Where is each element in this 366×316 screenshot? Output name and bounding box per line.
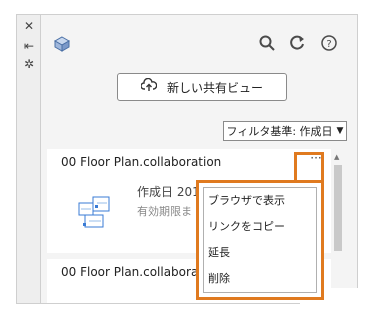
close-icon[interactable]: ✕ (17, 19, 41, 33)
floor-plan-thumbnail (75, 193, 115, 233)
more-button-highlight (294, 152, 324, 182)
card-title: 00 Floor Plan.collaboration (61, 155, 222, 169)
settings-icon[interactable]: ✲ (17, 57, 41, 71)
filter-dropdown[interactable]: フィルタ基準: 作成日 ▼ (223, 121, 347, 141)
scrollbar-thumb[interactable] (334, 165, 342, 251)
expiry-text: 有効期限ま (137, 205, 192, 218)
scrollbar[interactable]: ▲ (333, 151, 343, 303)
chevron-down-icon: ▼ (336, 126, 344, 136)
scroll-up-icon[interactable]: ▲ (334, 153, 339, 161)
search-icon[interactable] (259, 35, 275, 54)
menu-item-extend[interactable]: 延長 (208, 244, 230, 260)
menu-item-open-in-browser[interactable]: ブラウザで表示 (208, 192, 285, 208)
context-menu-list: ブラウザで表示 リンクをコピー 延長 削除 (203, 187, 317, 293)
menu-item-delete[interactable]: 削除 (208, 270, 230, 286)
filter-label: フィルタ基準: 作成日 (226, 125, 333, 138)
svg-text:?: ? (326, 39, 331, 50)
dock-strip: ✕ ⇤ ✲ (16, 14, 41, 304)
new-shared-view-button[interactable]: 新しい共有ビュー (117, 73, 287, 101)
context-menu: ブラウザで表示 リンクをコピー 延長 削除 (196, 180, 324, 300)
menu-item-copy-link[interactable]: リンクをコピー (208, 218, 285, 234)
model-icon (53, 35, 71, 57)
collapse-icon[interactable]: ⇤ (17, 39, 41, 53)
refresh-icon[interactable] (289, 35, 305, 54)
new-shared-view-label: 新しい共有ビュー (166, 80, 263, 95)
help-icon[interactable]: ? (321, 35, 337, 54)
cloud-upload-icon (140, 77, 158, 96)
